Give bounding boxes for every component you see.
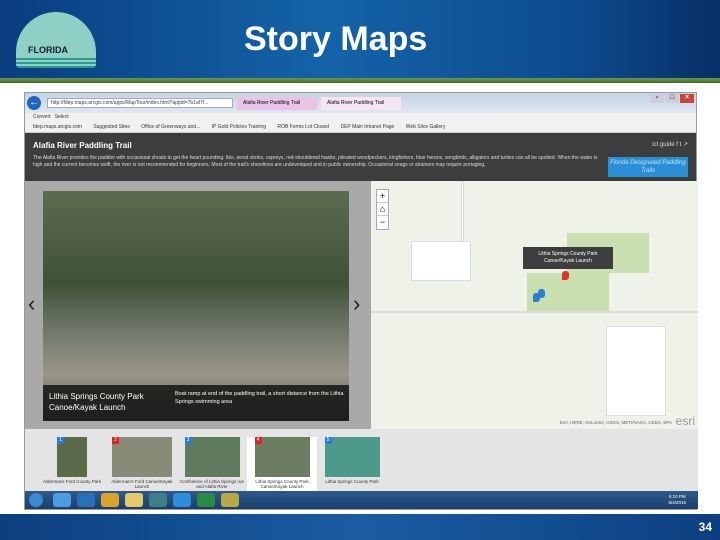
media-panel: ‹ Lithia Springs County Park Canoe/Kayak… — [25, 181, 371, 429]
convert-menu[interactable]: Convert — [33, 114, 51, 120]
caption-text: Boat ramp at end of the paddling trail, … — [175, 391, 344, 405]
close-icon[interactable]: × — [680, 94, 694, 103]
browser-tab[interactable]: Alafia River Paddling Trail — [237, 97, 317, 110]
map[interactable]: + ⌂ − Lithia Springs County Park Canoe/Kay… — [371, 181, 698, 429]
facebook-icon[interactable]: f — [676, 142, 678, 148]
favorites-bar: fdep.maps.arcgis.com Suggested Sites Off… — [25, 122, 696, 133]
favorite-link[interactable]: fdep.maps.arcgis.com — [33, 124, 82, 130]
neighborhood — [411, 241, 471, 281]
guide-link[interactable]: ict guide — [652, 142, 674, 148]
neighborhood — [606, 326, 666, 416]
thumbnail-label: Lithia Springs County Park — [325, 479, 379, 484]
excel-icon[interactable] — [197, 493, 215, 507]
window-controls: - □ × — [649, 94, 694, 103]
story-description: The Alafia River provides the paddler wi… — [33, 155, 598, 168]
thumbnail-label: Alderman's Ford Canoe/Kayak Launch — [111, 479, 173, 489]
esri-logo: esri — [675, 414, 695, 428]
designated-trails-button[interactable]: Florida Designated Paddling Trails — [608, 157, 688, 177]
prev-arrow-icon[interactable]: ‹ — [28, 291, 35, 317]
thumbnail-label: Lithia Springs County Park Canoe/Kayak L… — [255, 479, 309, 489]
thumbnail-item[interactable]: 5 Lithia Springs County Park — [317, 437, 387, 484]
zoom-out-button[interactable]: − — [377, 216, 388, 229]
command-bar: Convert Select — [25, 113, 696, 122]
page-number: 34 — [698, 520, 712, 534]
home-button[interactable]: ⌂ — [377, 203, 388, 216]
story-main: ‹ Lithia Springs County Park Canoe/Kayak… — [25, 181, 698, 429]
maximize-icon[interactable]: □ — [665, 94, 679, 103]
zoom-in-button[interactable]: + — [377, 190, 388, 203]
clock[interactable]: 6:10 PM 6/4/2015 — [668, 494, 686, 506]
explorer-icon[interactable] — [125, 493, 143, 507]
thumbnail-label: Aldermans Ford County Park — [42, 479, 102, 484]
thumbnail-item-selected[interactable]: 4 Lithia Springs County Park Canoe/Kayak … — [247, 437, 317, 491]
slide-footer: 34 — [0, 514, 720, 540]
map-attribution: Esri, HERE, DeLorme, USGS, METI/NASA, US… — [560, 420, 672, 425]
clock-date: 6/4/2015 — [668, 500, 686, 505]
logo-text: FLORIDA — [28, 45, 68, 55]
taskbar: 6:10 PM 6/4/2015 — [25, 491, 698, 509]
favorite-link[interactable]: IP Gold Policies Training — [212, 124, 266, 130]
address-bar[interactable]: http://fdep.maps.arcgis.com/apps/MapTour… — [47, 98, 233, 108]
favorite-link[interactable]: DEP Main Intranet Page — [340, 124, 394, 130]
browser-screenshot: ← http://fdep.maps.arcgis.com/apps/MapTo… — [24, 92, 698, 510]
next-arrow-icon[interactable]: › — [353, 291, 360, 317]
link-icon[interactable]: ↗ — [683, 142, 688, 148]
back-button[interactable]: ← — [27, 96, 41, 110]
thumbnail-item[interactable]: 1 Aldermans Ford County Park — [37, 437, 107, 484]
minimize-icon[interactable]: - — [650, 94, 664, 103]
slide-title: Story Maps — [244, 20, 428, 58]
story-header: Alafia River Paddling Trail The Alafia R… — [25, 133, 696, 181]
favorite-link[interactable]: Suggested Sites — [93, 124, 129, 130]
thumbnail-label: Confluence of Lithia Springs run and Ala… — [179, 479, 245, 489]
divider — [0, 78, 720, 83]
chrome-icon[interactable] — [101, 493, 119, 507]
twitter-icon[interactable]: t — [680, 142, 682, 148]
favorite-link[interactable]: Web Slice Gallery — [406, 124, 446, 130]
thumbnail-number: 4 — [254, 437, 262, 444]
story-photo: Lithia Springs County Park Canoe/Kayak L… — [43, 191, 349, 421]
ie-icon[interactable] — [53, 493, 71, 507]
thumbnail-carousel: 1 Aldermans Ford County Park 2 Alderman's … — [25, 429, 698, 493]
favorite-link[interactable]: Office of Greenways and... — [141, 124, 200, 130]
select-menu[interactable]: Select — [55, 114, 69, 120]
skype-icon[interactable] — [173, 493, 191, 507]
thumbnail-number: 3 — [184, 437, 192, 444]
map-marker[interactable] — [538, 289, 545, 298]
zoom-controls: + ⌂ − — [376, 189, 389, 230]
browser-tab-bar: ← http://fdep.maps.arcgis.com/apps/MapTo… — [25, 93, 696, 113]
arcgis-icon[interactable] — [149, 493, 167, 507]
road — [371, 311, 698, 313]
photo-caption: Lithia Springs County Park Canoe/Kayak L… — [43, 385, 349, 421]
thumbnail-item[interactable]: 3 Confluence of Lithia Springs run and Al… — [177, 437, 247, 489]
browser-tab-active[interactable]: Alafia River Paddling Trail — [321, 97, 401, 110]
thumbnail-item[interactable]: 2 Alderman's Ford Canoe/Kayak Launch — [107, 437, 177, 489]
slide-header: FLORIDA Story Maps — [0, 0, 720, 78]
caption-title: Lithia Springs County Park Canoe/Kayak L… — [49, 392, 144, 412]
start-button[interactable] — [29, 493, 43, 507]
app-icon[interactable] — [221, 493, 239, 507]
thumbnail-number: 5 — [324, 437, 332, 444]
thumbnail-number: 2 — [112, 437, 119, 444]
outlook-icon[interactable] — [77, 493, 95, 507]
story-title: Alafia River Paddling Trail — [33, 141, 132, 150]
map-popup: Lithia Springs County Park Canoe/Kayak L… — [523, 247, 613, 269]
share-links: ict guide f t ↗ — [652, 141, 688, 148]
florida-logo: FLORIDA — [16, 12, 96, 68]
favorite-link[interactable]: ROB Forms Lot Closed — [277, 124, 329, 130]
thumbnail-number: 1 — [57, 437, 64, 444]
map-marker-4[interactable] — [562, 271, 569, 280]
